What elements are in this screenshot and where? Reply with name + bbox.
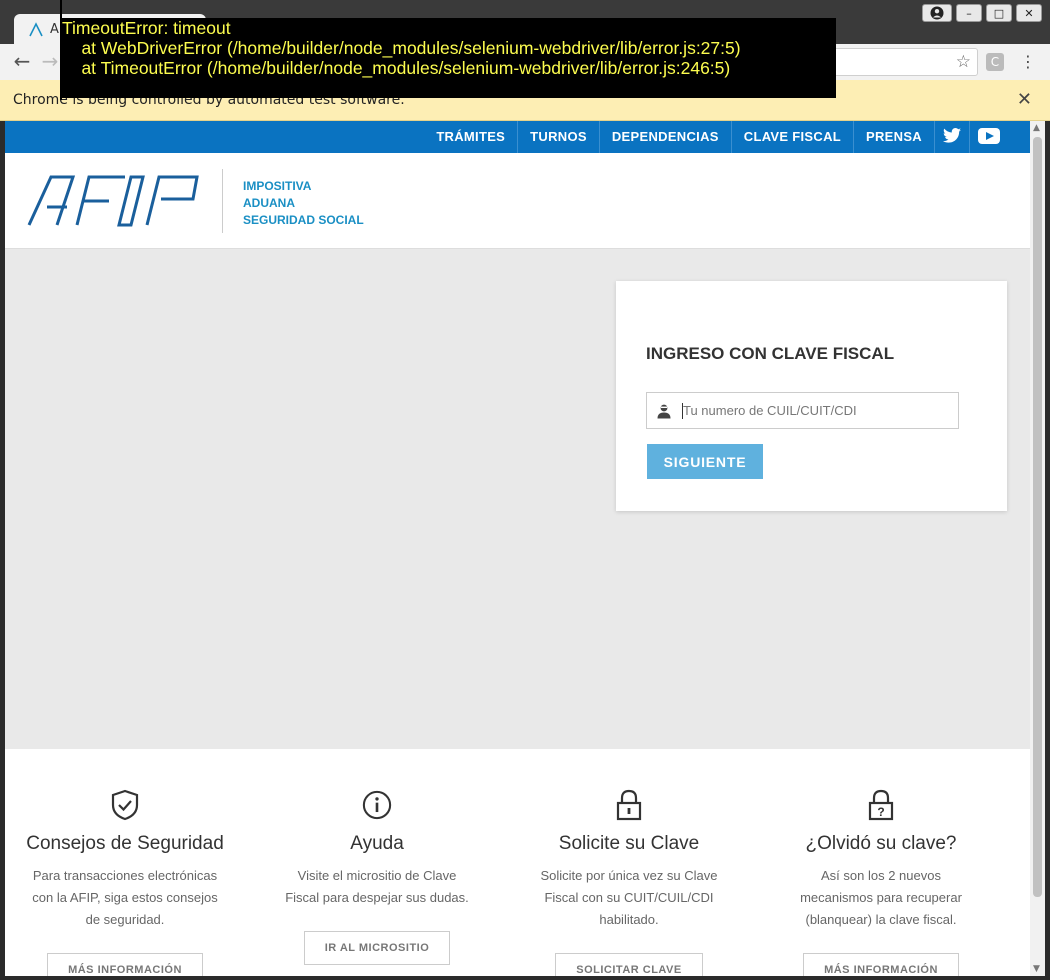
site-header: IMPOSITIVA ADUANA SEGURIDAD SOCIAL [5,153,1030,249]
feature-olvido: ? ¿Olvidó su clave? Así son los 2 nuevos… [761,789,1001,976]
siguiente-button[interactable]: SIGUIENTE [647,444,763,479]
desc-line: con la AFIP, siga estos consejos [32,890,218,905]
desc-line: Así son los 2 nuevos [821,868,941,883]
bookmark-star-icon[interactable]: ☆ [956,52,971,72]
tab-title: A [50,22,59,37]
scroll-up-icon[interactable]: ▲ [1033,123,1040,133]
account-icon[interactable] [922,4,952,22]
link-seguridad-social[interactable]: SEGURIDAD SOCIAL [243,212,364,229]
text-caret [682,403,683,419]
overlay-divider [60,0,62,100]
twitter-icon[interactable] [934,121,969,153]
forward-button[interactable]: → [38,50,62,74]
desc-line: Visite el micrositio de Clave [297,868,457,883]
scrollbar-thumb[interactable] [1033,137,1042,897]
error-overlay: TimeoutError: timeout at WebDriverError … [60,18,836,98]
page-scrollbar[interactable]: ▲ ▼ [1030,121,1045,976]
desc-line: Solicite por única vez su Clave [540,868,718,883]
nav-item-prensa[interactable]: PRENSA [853,121,934,153]
header-divider [222,169,223,233]
header-links: IMPOSITIVA ADUANA SEGURIDAD SOCIAL [243,178,364,229]
error-line: TimeoutError: timeout [62,18,231,38]
extension-icon[interactable]: C [986,53,1004,71]
link-aduana[interactable]: ADUANA [243,195,364,212]
back-button[interactable]: ← [10,50,34,74]
youtube-icon[interactable] [969,121,1008,153]
feature-description: Visite el micrositio de Clave Fiscal par… [257,865,497,909]
lock-icon [616,789,642,821]
desc-line: de seguridad. [85,912,165,927]
error-line: at TimeoutError (/home/builder/node_modu… [62,58,731,78]
ir-al-micrositio-button[interactable]: IR AL MICROSITIO [303,931,451,965]
info-icon [362,790,392,820]
minimize-button[interactable]: – [956,4,982,22]
close-window-button[interactable]: ✕ [1016,4,1042,22]
lock-question-icon: ? [868,789,894,821]
desc-line: Fiscal con su CUIT/CUIL/CDI [544,890,714,905]
cuit-input[interactable] [681,393,953,428]
window-controls: – □ ✕ [922,4,1042,22]
login-title: INGRESO CON CLAVE FISCAL [646,344,895,363]
feature-title: Ayuda [350,833,404,854]
desc-line: Fiscal para despejar sus dudas. [285,890,469,905]
user-icon [657,404,671,419]
maximize-button[interactable]: □ [986,4,1012,22]
link-impositiva[interactable]: IMPOSITIVA [243,178,364,195]
feature-solicite: Solicite su Clave Solicite por única vez… [509,789,749,976]
desc-line: Para transacciones electrónicas [32,868,218,883]
svg-text:?: ? [877,805,884,819]
mas-informacion-button[interactable]: MÁS INFORMACIÓN [803,953,959,976]
top-navigation: TRÁMITES TURNOS DEPENDENCIAS CLAVE FISCA… [5,121,1030,153]
infobar-close-icon[interactable]: ✕ [1017,89,1032,110]
feature-description: Solicite por única vez su Clave Fiscal c… [509,865,749,931]
feature-title: Consejos de Seguridad [26,833,224,854]
nav-item-clave-fiscal[interactable]: CLAVE FISCAL [730,121,853,153]
feature-description: Para transacciones electrónicas con la A… [5,865,245,931]
feature-title: ¿Olvidó su clave? [805,833,957,854]
page-viewport: TRÁMITES TURNOS DEPENDENCIAS CLAVE FISCA… [5,121,1030,976]
feature-description: Así son los 2 nuevos mecanismos para rec… [761,865,1001,931]
desc-line: habilitado. [599,912,659,927]
nav-item-dependencias[interactable]: DEPENDENCIAS [598,121,731,153]
feature-title: Solicite su Clave [558,833,700,854]
afip-favicon-icon [29,22,43,37]
nav-item-tramites[interactable]: TRÁMITES [424,121,517,153]
chrome-menu-icon[interactable]: ⋮ [1020,52,1036,71]
login-card: INGRESO CON CLAVE FISCAL SIGUIENTE [616,281,1007,511]
solicitar-clave-button[interactable]: SOLICITAR CLAVE [555,953,703,976]
cuit-field[interactable] [646,392,959,429]
scroll-down-icon[interactable]: ▼ [1033,964,1040,974]
mas-informacion-button[interactable]: MÁS INFORMACIÓN [47,953,203,976]
afip-logo[interactable] [27,175,203,227]
desc-line: (blanquear) la clave fiscal. [805,912,957,927]
shield-check-icon [111,789,139,821]
feature-seguridad: Consejos de Seguridad Para transacciones… [5,789,245,976]
nav-item-turnos[interactable]: TURNOS [517,121,599,153]
address-bar[interactable]: ☆ [830,48,978,76]
info-section: Consejos de Seguridad Para transacciones… [5,749,1030,976]
feature-ayuda: Ayuda Visite el micrositio de Clave Fisc… [257,789,497,965]
error-line: at WebDriverError (/home/builder/node_mo… [62,38,741,58]
desc-line: mecanismos para recuperar [800,890,962,905]
